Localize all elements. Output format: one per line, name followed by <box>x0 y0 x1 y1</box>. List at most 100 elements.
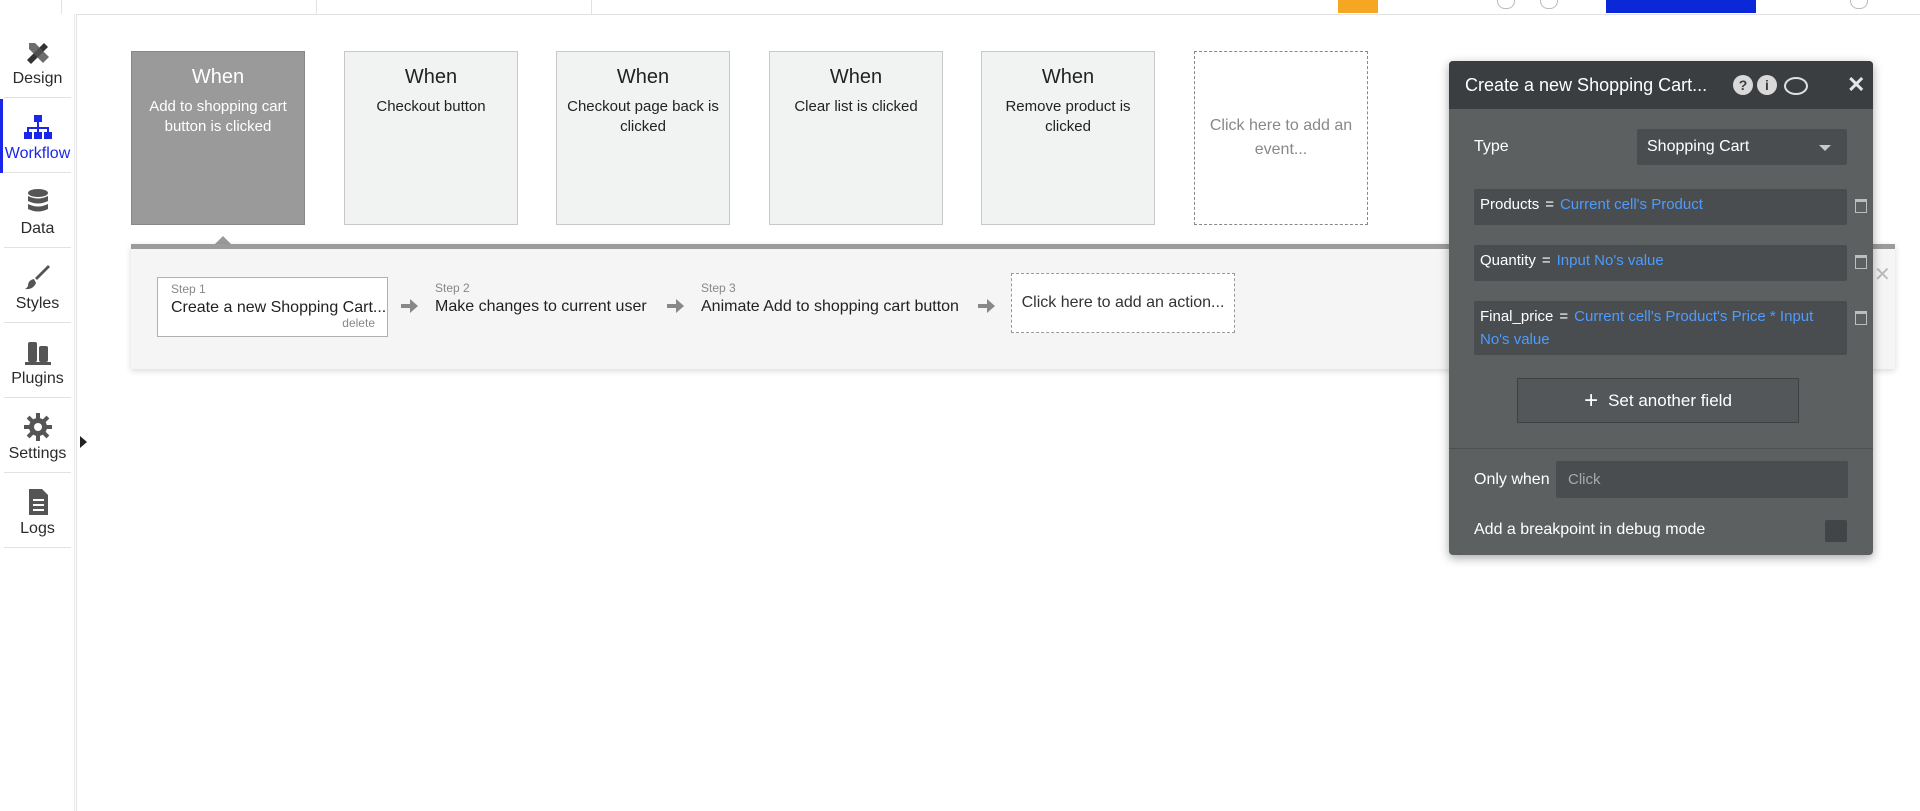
event-description: Checkout button <box>376 98 486 115</box>
step-card[interactable]: Step 3 Animate Add to shopping cart butt… <box>701 277 959 337</box>
help-icon[interactable]: ? <box>1733 75 1753 95</box>
info-icon[interactable]: i <box>1757 75 1777 95</box>
database-icon <box>27 189 48 212</box>
step-title: Animate Add to shopping cart button <box>701 298 959 315</box>
redo-icon[interactable] <box>1540 0 1558 9</box>
field-row-products[interactable]: Products = Current cell's Product <box>1474 189 1847 225</box>
field-expression[interactable]: Input No's value <box>1557 252 1664 269</box>
breakpoint-label: Add a breakpoint in debug mode <box>1474 521 1706 538</box>
event-description: Add to shopping cart button is clicked <box>149 98 287 135</box>
field-equals: = <box>1559 308 1569 325</box>
type-value: Shopping Cart <box>1647 138 1750 155</box>
event-description: Clear list is clicked <box>794 98 918 115</box>
close-icon[interactable]: ✕ <box>1847 72 1865 98</box>
step-delete-link[interactable]: delete <box>342 316 375 330</box>
add-action-button[interactable]: Click here to add an action... <box>1011 273 1235 333</box>
event-description: Remove product is clicked <box>1005 98 1131 135</box>
comment-icon[interactable] <box>1784 77 1808 95</box>
sidebar-item-settings[interactable]: Settings <box>0 399 75 473</box>
panel-divider <box>1449 448 1873 449</box>
panel-header: Create a new Shopping Cart... ? i ✕ <box>1449 61 1873 109</box>
trash-icon[interactable] <box>1855 311 1867 325</box>
sidebar-separator <box>4 397 71 398</box>
gear-icon <box>23 413 52 441</box>
type-label: Type <box>1474 138 1509 155</box>
event-card[interactable]: When Remove product is clicked <box>981 51 1155 225</box>
step-number: Step 1 <box>171 282 206 296</box>
sidebar-item-label: Design <box>12 70 63 87</box>
toolbar-highlight-button[interactable] <box>1338 0 1378 13</box>
sidebar-item-label: Workflow <box>4 145 71 162</box>
event-when-label: When <box>829 66 883 88</box>
breakpoint-checkbox[interactable] <box>1825 520 1847 542</box>
document-icon <box>28 489 48 515</box>
design-icon <box>26 43 49 64</box>
event-card[interactable]: When Checkout button <box>344 51 518 225</box>
step-title: Make changes to current user <box>435 298 647 315</box>
step-number: Step 3 <box>701 281 736 295</box>
event-when-label: When <box>1041 66 1095 88</box>
event-card[interactable]: When Checkout page back is clicked <box>556 51 730 225</box>
only-when-label: Only when <box>1474 471 1550 488</box>
sidebar-separator <box>4 547 71 548</box>
top-toolbar <box>0 0 1920 15</box>
event-when-label: When <box>191 66 245 88</box>
plus-icon: + <box>1584 387 1599 414</box>
event-when-label: When <box>404 66 458 88</box>
sidebar-item-logs[interactable]: Logs <box>0 474 75 548</box>
workflow-icon <box>23 115 52 139</box>
only-when-input[interactable] <box>1556 461 1848 498</box>
field-equals: = <box>1545 196 1554 213</box>
sidebar-item-workflow[interactable]: Workflow <box>0 99 75 173</box>
brush-icon <box>24 265 50 290</box>
step-card[interactable]: Step 2 Make changes to current user <box>435 277 647 337</box>
sidebar-item-plugins[interactable]: Plugins <box>0 324 75 398</box>
undo-icon[interactable] <box>1497 0 1515 9</box>
arrow-right-icon <box>667 299 685 313</box>
trash-icon[interactable] <box>1855 255 1867 269</box>
sidebar-item-styles[interactable]: Styles <box>0 249 75 323</box>
editor-sidebar: Design Workflow Data Styles Plugins Sett… <box>0 14 77 811</box>
sidebar-separator <box>4 472 71 473</box>
add-event-label: Click here to add an event... <box>1209 117 1353 158</box>
sidebar-item-label: Settings <box>8 445 67 462</box>
plug-icon <box>24 342 51 365</box>
step-title: Create a new Shopping Cart... <box>171 299 387 316</box>
trash-icon[interactable] <box>1855 199 1867 213</box>
sidebar-separator <box>4 97 71 98</box>
arrow-right-icon <box>978 299 996 313</box>
field-name: Quantity <box>1480 252 1536 269</box>
step-number: Step 2 <box>435 281 470 295</box>
sidebar-item-design[interactable]: Design <box>0 24 75 98</box>
field-expression[interactable]: Current cell's Product <box>1560 196 1703 213</box>
sidebar-item-label: Logs <box>20 520 55 537</box>
field-name: Products <box>1480 196 1540 213</box>
step-card[interactable]: Step 1 Create a new Shopping Cart... del… <box>157 277 388 337</box>
sidebar-item-label: Plugins <box>11 370 64 387</box>
panel-title: Create a new Shopping Cart... <box>1465 75 1708 95</box>
toolbar-divider <box>60 0 62 14</box>
set-another-label: Set another field <box>1608 391 1732 410</box>
field-row-final-price[interactable]: Final_price = Current cell's Product's Pri… <box>1474 301 1847 355</box>
sidebar-separator <box>4 172 71 173</box>
event-card[interactable]: When Clear list is clicked <box>769 51 943 225</box>
arrow-right-icon <box>401 299 419 313</box>
sidebar-item-data[interactable]: Data <box>0 174 75 248</box>
property-editor-panel: Create a new Shopping Cart... ? i ✕ Type… <box>1449 61 1873 555</box>
event-card[interactable]: When Add to shopping cart button is clic… <box>131 51 305 225</box>
help-icon[interactable] <box>1850 0 1868 9</box>
sidebar-separator <box>4 247 71 248</box>
event-description: Checkout page back is clicked <box>567 98 719 135</box>
close-icon[interactable]: ✕ <box>1874 262 1891 287</box>
preview-button[interactable] <box>1606 0 1756 13</box>
chevron-down-icon <box>1819 145 1831 151</box>
set-another-field-button[interactable]: + Set another field <box>1517 378 1799 423</box>
type-dropdown[interactable]: Shopping Cart <box>1637 129 1847 165</box>
sidebar-item-label: Styles <box>15 295 60 312</box>
field-equals: = <box>1541 252 1551 269</box>
field-name: Final_price <box>1480 308 1554 325</box>
field-row-quantity[interactable]: Quantity = Input No's value <box>1474 245 1847 281</box>
toolbar-divider <box>315 0 317 14</box>
sidebar-expand-arrow-icon[interactable] <box>80 436 87 448</box>
add-event-button[interactable]: Click here to add an event... <box>1194 51 1368 225</box>
